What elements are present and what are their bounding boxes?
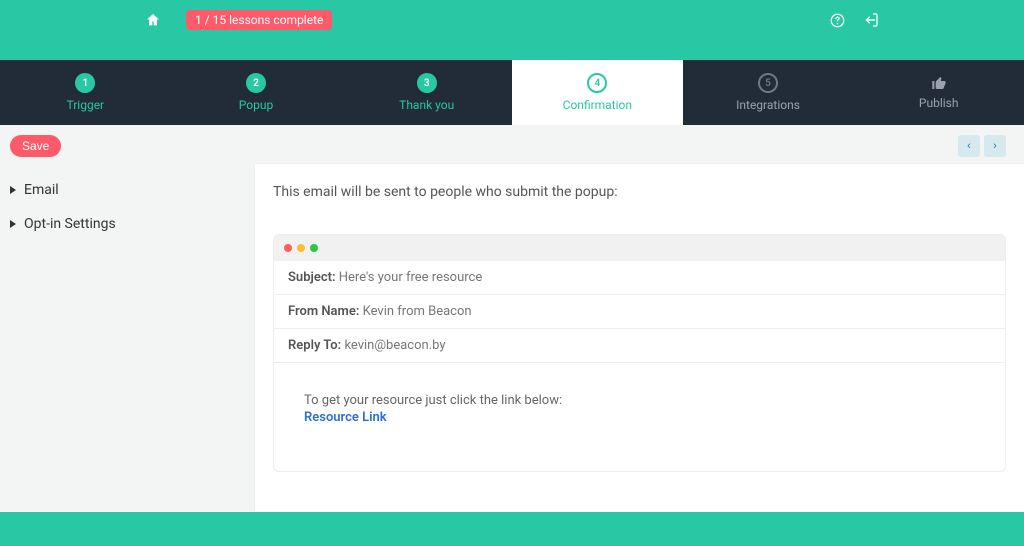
sidebar-item-label: Opt-in Settings	[24, 216, 116, 232]
next-button[interactable]: ›	[984, 135, 1006, 157]
step-thankyou[interactable]: 3 Thank you	[341, 60, 512, 125]
email-preview-card: Subject: Here's your free resource From …	[273, 234, 1006, 472]
caret-right-icon	[10, 220, 16, 228]
mail-subject-row[interactable]: Subject: Here's your free resource	[274, 261, 1005, 295]
main-panel: This email will be sent to people who su…	[254, 163, 1024, 533]
mail-body[interactable]: To get your resource just click the link…	[274, 363, 1005, 471]
sidebar-item-optin[interactable]: Opt-in Settings	[0, 207, 254, 241]
lessons-badge[interactable]: 1 / 15 lessons complete	[186, 10, 332, 30]
mail-reply-row[interactable]: Reply To: kevin@beacon.by	[274, 329, 1005, 363]
traffic-light-green	[310, 244, 318, 252]
thumbs-up-icon	[931, 75, 947, 91]
top-bar: 1 / 15 lessons complete	[0, 0, 1024, 40]
step-publish[interactable]: Publish	[853, 60, 1024, 125]
home-icon[interactable]	[145, 12, 161, 28]
mail-from-row[interactable]: From Name: Kevin from Beacon	[274, 295, 1005, 329]
save-button[interactable]: Save	[10, 135, 61, 157]
mail-body-text: To get your resource just click the link…	[304, 393, 975, 408]
traffic-light-yellow	[297, 244, 305, 252]
pager: ‹ ›	[958, 135, 1014, 157]
steps-bar: 1 Trigger 2 Popup 3 Thank you 4 Confirma…	[0, 60, 1024, 125]
sidebar-item-label: Email	[24, 182, 59, 198]
prev-button[interactable]: ‹	[958, 135, 980, 157]
sidebar-item-email[interactable]: Email	[0, 173, 254, 207]
traffic-light-red	[284, 244, 292, 252]
window-chrome	[274, 235, 1005, 261]
step-trigger[interactable]: 1 Trigger	[0, 60, 171, 125]
step-integrations[interactable]: 5 Integrations	[683, 60, 854, 125]
exit-icon[interactable]	[863, 12, 879, 28]
caret-right-icon	[10, 186, 16, 194]
step-confirmation[interactable]: 4 Confirmation	[512, 60, 683, 125]
bottom-strip	[0, 512, 1024, 546]
resource-link[interactable]: Resource Link	[304, 410, 387, 425]
step-popup[interactable]: 2 Popup	[171, 60, 342, 125]
toolbar: Save ‹ ›	[0, 125, 1024, 163]
intro-text: This email will be sent to people who su…	[273, 184, 1006, 200]
sidebar: Email Opt-in Settings	[0, 163, 254, 533]
help-icon[interactable]	[830, 13, 845, 28]
